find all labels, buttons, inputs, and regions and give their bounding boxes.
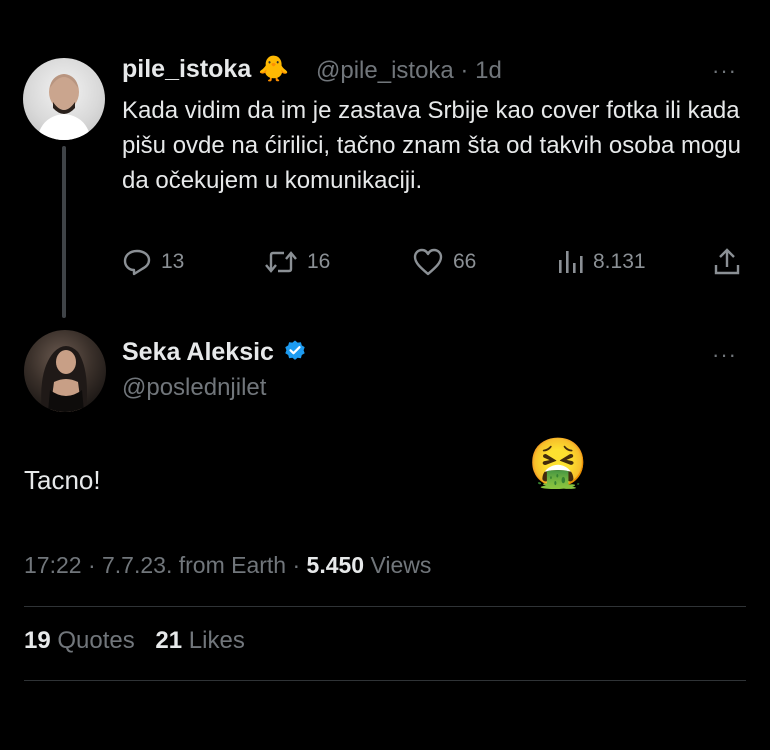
views-action[interactable]: 8.131 [556, 248, 646, 276]
quotes-link[interactable]: 19 Quotes [24, 627, 135, 654]
avatar-seka-aleksic[interactable] [24, 330, 106, 412]
share-icon [714, 248, 740, 275]
quotes-count: 19 [24, 627, 51, 654]
timestamp-source: 17:22 · 7.7.23. from Earth · [24, 552, 307, 578]
engagement-stats: 19 Quotes 21 Likes [24, 627, 245, 655]
heart-icon [413, 248, 443, 276]
views-label: Views [364, 552, 432, 578]
avatar-pile-istoka[interactable] [23, 58, 105, 140]
share-action[interactable] [712, 247, 742, 277]
parent-tweet-text: Kada vidim da im je zastava Srbije kao c… [122, 97, 741, 194]
retweet-action[interactable]: 16 [264, 248, 330, 276]
chick-emoji-icon: 🐥 [258, 55, 290, 83]
parent-handle-time[interactable]: @pile_istoka · 1d [316, 57, 502, 85]
parent-author-name[interactable]: pile_istoka 🐥 [122, 55, 289, 84]
verified-badge-icon [285, 340, 305, 360]
analytics-icon [559, 251, 583, 273]
avatar-image [41, 346, 87, 412]
reply-icon [123, 249, 151, 276]
thread-connector-line [62, 146, 66, 318]
reply-author-name[interactable]: Seka Aleksic [122, 338, 307, 367]
divider [24, 680, 746, 681]
more-options-icon[interactable]: ··· [712, 58, 737, 84]
like-action[interactable]: 66 [412, 248, 476, 276]
avatar-image [37, 74, 91, 140]
like-count: 66 [453, 250, 477, 273]
tweet-meta: 17:22 · 7.7.23. from Earth · 5.450 Views [24, 552, 431, 579]
views-total: 5.450 [306, 552, 365, 578]
views-count: 8.131 [593, 250, 646, 273]
quotes-label: Quotes [50, 627, 135, 654]
parent-display-name[interactable]: pile_istoka [122, 55, 251, 83]
vomiting-face-emoji-icon: 🤮 [528, 437, 588, 490]
more-options-icon[interactable]: ··· [712, 342, 737, 368]
retweet-count: 16 [307, 250, 331, 273]
reply-display-name[interactable]: Seka Aleksic [122, 338, 274, 366]
likes-label: Likes [182, 627, 245, 654]
reply-count: 13 [161, 250, 185, 273]
reply-handle[interactable]: @poslednjilet [122, 374, 266, 402]
likes-count: 21 [155, 627, 183, 654]
retweet-icon [265, 251, 297, 273]
divider [24, 606, 746, 607]
reply-tweet-text: Tacno! [24, 465, 101, 495]
reply-action[interactable]: 13 [122, 248, 184, 276]
likes-link[interactable]: 21 Likes [155, 627, 244, 654]
